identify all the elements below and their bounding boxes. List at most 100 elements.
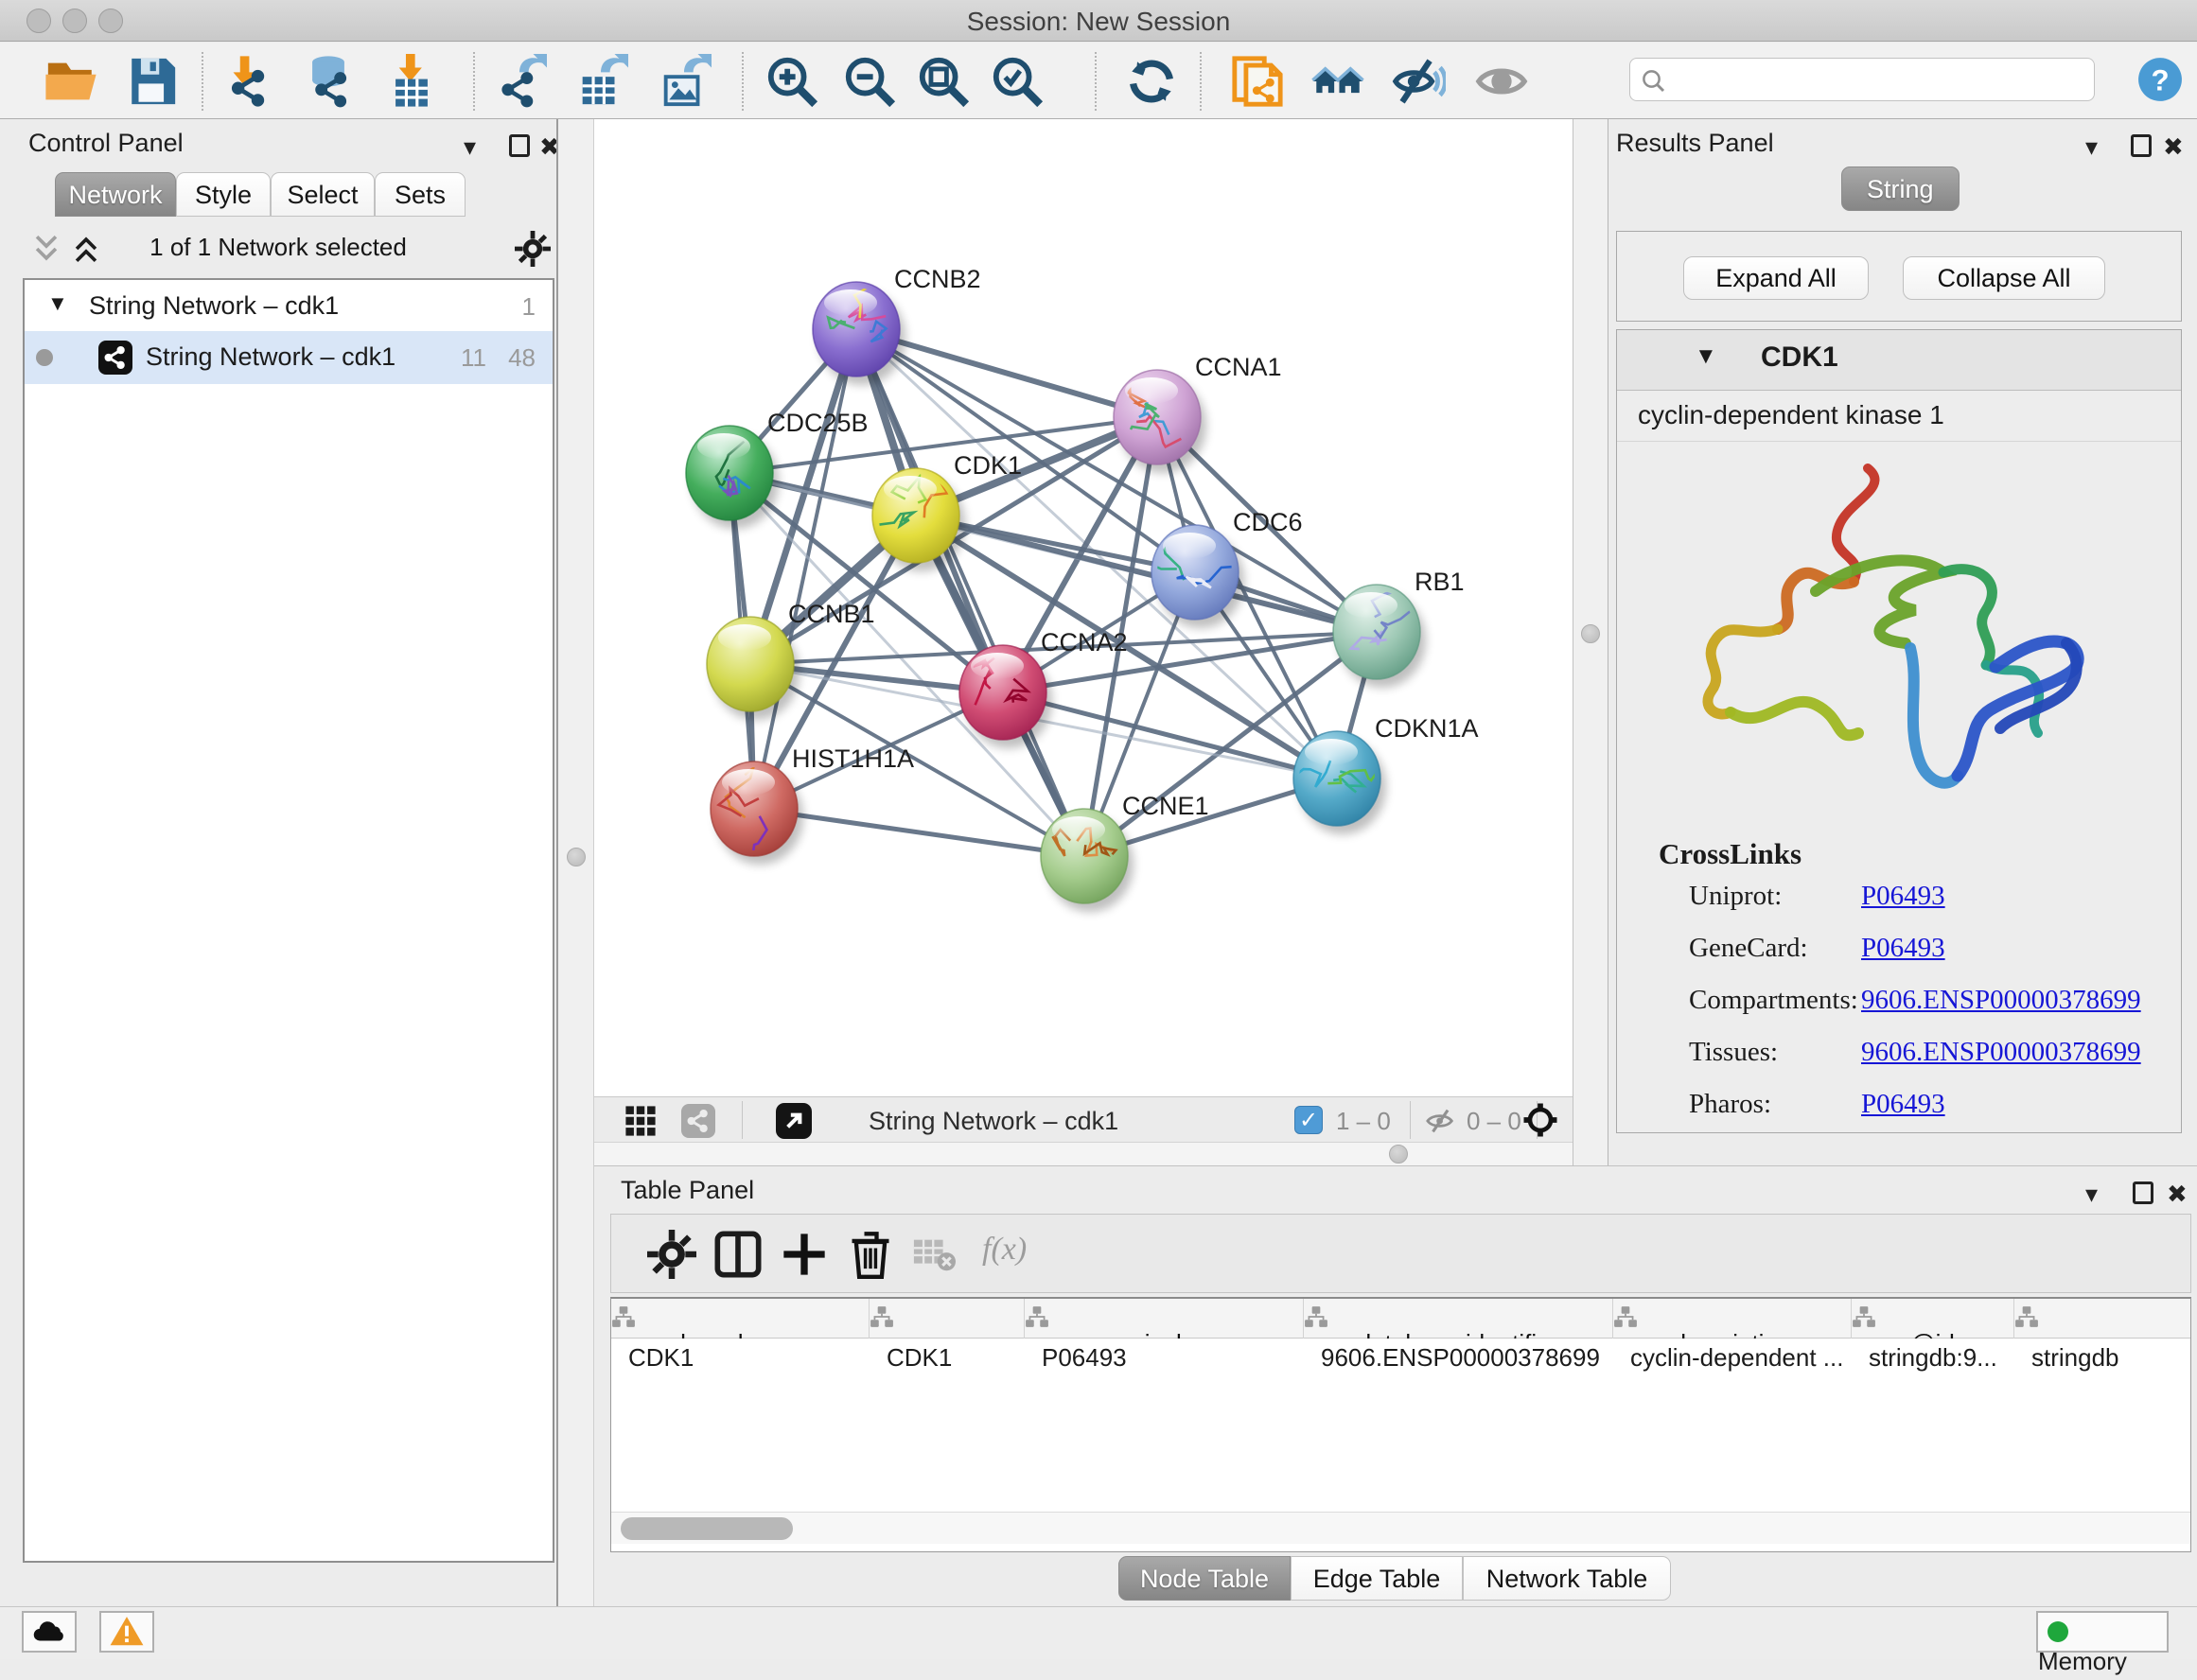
- cloud-button[interactable]: [22, 1611, 77, 1653]
- tissues-link[interactable]: 9606.ENSP00000378699: [1861, 1037, 2141, 1068]
- table-panel: Table Panel ▾ ✖ f(x) shared name name ca…: [594, 1165, 2197, 1606]
- save-session-icon[interactable]: [125, 54, 180, 109]
- tab-string[interactable]: String: [1841, 166, 1960, 211]
- horizontal-splitter[interactable]: [594, 1142, 1573, 1165]
- open-session-icon[interactable]: [44, 54, 98, 109]
- zoom-selected-icon[interactable]: [990, 54, 1045, 109]
- import-network-file-icon[interactable]: [220, 54, 274, 109]
- tab-select[interactable]: Select: [271, 172, 375, 217]
- function-builder-icon: f(x): [982, 1232, 1027, 1268]
- table-horizontal-scrollbar[interactable]: [611, 1512, 2190, 1544]
- tab-sets[interactable]: Sets: [375, 172, 466, 217]
- network-list: ▼ String Network – cdk1 1 String Network…: [23, 278, 554, 1563]
- node-label: HIST1H1A: [792, 744, 914, 773]
- tab-network[interactable]: Network: [55, 172, 176, 217]
- warning-button[interactable]: [99, 1611, 154, 1653]
- tab-node-table[interactable]: Node Table: [1118, 1556, 1291, 1601]
- right-splitter[interactable]: [1573, 119, 1608, 1165]
- open-in-window-icon[interactable]: [776, 1103, 812, 1139]
- control-panel-title: Control Panel: [28, 129, 184, 158]
- column-header[interactable]: name: [870, 1299, 1025, 1339]
- control-panel-float-icon[interactable]: [509, 134, 530, 164]
- network-view: CCNB2CCNA1CDC25BCDK1CDC6RB1CCNB1CCNA2CDK…: [594, 119, 1573, 1165]
- column-header[interactable]: database identifier: [1304, 1299, 1613, 1339]
- share-document-icon[interactable]: [1230, 54, 1285, 109]
- toolbar-separator: [202, 52, 203, 111]
- tab-edge-table[interactable]: Edge Table: [1291, 1556, 1463, 1601]
- zoom-in-icon[interactable]: [765, 54, 819, 109]
- collection-expand-icon[interactable]: ▼: [47, 291, 68, 316]
- refresh-icon[interactable]: [1124, 54, 1179, 109]
- memory-button[interactable]: Memory: [2036, 1611, 2169, 1653]
- network-options-gear-icon[interactable]: [515, 231, 551, 267]
- homes-icon[interactable]: [1310, 54, 1365, 109]
- results-panel-close-icon[interactable]: ✖: [2163, 132, 2184, 162]
- export-image-icon[interactable]: [657, 54, 712, 109]
- node-label: CCNA1: [1195, 353, 1282, 381]
- scrollbar-thumb[interactable]: [621, 1517, 793, 1540]
- genecard-link[interactable]: P06493: [1861, 933, 1945, 964]
- network-label: String Network – cdk1: [146, 342, 395, 372]
- search-input[interactable]: [1676, 61, 2083, 96]
- network-view-toolbar: String Network – cdk1 ✓ 1 – 0 0 – 0: [594, 1096, 1573, 1142]
- column-header[interactable]: @id: [1852, 1299, 2014, 1339]
- selected-nodes-checkbox-icon[interactable]: ✓: [1294, 1106, 1323, 1134]
- show-all-eye-icon[interactable]: [1474, 54, 1529, 109]
- show-columns-icon[interactable]: [713, 1230, 763, 1279]
- column-header[interactable]: description: [1613, 1299, 1852, 1339]
- window-titlebar: Session: New Session: [0, 0, 2197, 42]
- node-label: CCNE1: [1122, 792, 1209, 820]
- protein-collapse-icon[interactable]: ▼: [1695, 343, 1717, 370]
- table-options-gear-icon[interactable]: [647, 1230, 696, 1279]
- node-table: shared name name canonical name database…: [610, 1297, 2191, 1552]
- pharos-link[interactable]: P06493: [1861, 1089, 1945, 1120]
- memory-label: Memory: [2038, 1647, 2127, 1675]
- column-header[interactable]: canonical name: [1025, 1299, 1304, 1339]
- add-column-icon[interactable]: [780, 1230, 829, 1279]
- protein-header[interactable]: ▼ CDK1: [1617, 330, 2181, 391]
- share-view-icon[interactable]: [681, 1104, 715, 1138]
- hide-selected-eye-icon[interactable]: [1391, 54, 1446, 109]
- delete-column-icon[interactable]: [846, 1230, 895, 1279]
- column-header[interactable]: namespac: [2014, 1299, 2189, 1339]
- uniprot-link[interactable]: P06493: [1861, 881, 1945, 912]
- expand-all-button[interactable]: Expand All: [1683, 256, 1869, 300]
- network-view-title: String Network – cdk1: [869, 1107, 1118, 1136]
- compartments-link[interactable]: 9606.ENSP00000378699: [1861, 985, 2141, 1016]
- tab-network-table[interactable]: Network Table: [1463, 1556, 1671, 1601]
- birdseye-crosshair-icon[interactable]: [1521, 1101, 1559, 1139]
- node-label: CCNA2: [1041, 628, 1128, 656]
- node-count: 11: [461, 343, 486, 373]
- column-header[interactable]: shared name: [611, 1299, 870, 1339]
- import-table-file-icon[interactable]: [384, 54, 439, 109]
- table-panel-close-icon[interactable]: ✖: [2167, 1180, 2188, 1209]
- node-label: CDK1: [954, 451, 1022, 480]
- string-network-badge-icon: [98, 341, 132, 375]
- results-panel-float-icon[interactable]: [2131, 134, 2152, 164]
- zoom-fit-icon[interactable]: [916, 54, 971, 109]
- crosslink-row: GeneCard: P06493: [1689, 933, 1808, 964]
- import-network-database-icon[interactable]: [301, 54, 356, 109]
- collection-label: String Network – cdk1: [89, 291, 339, 321]
- network-canvas[interactable]: CCNB2CCNA1CDC25BCDK1CDC6RB1CCNB1CCNA2CDK…: [594, 119, 1573, 1096]
- export-table-icon[interactable]: [573, 54, 628, 109]
- network-row[interactable]: String Network – cdk1 11 48: [25, 331, 553, 384]
- network-collection-row[interactable]: ▼ String Network – cdk1 1: [25, 284, 553, 331]
- grid-view-icon[interactable]: [624, 1105, 657, 1137]
- export-network-icon[interactable]: [492, 54, 547, 109]
- left-splitter[interactable]: [556, 119, 594, 1606]
- edge-count: 48: [508, 343, 536, 373]
- zoom-out-icon[interactable]: [842, 54, 897, 109]
- protein-description: cyclin-dependent kinase 1: [1638, 400, 1944, 430]
- tab-style[interactable]: Style: [176, 172, 271, 217]
- help-icon[interactable]: ?: [2136, 56, 2184, 103]
- collapse-all-button[interactable]: Collapse All: [1903, 256, 2105, 300]
- results-panel-menu-icon[interactable]: ▾: [2085, 132, 2098, 162]
- crosslink-row: Uniprot: P06493: [1689, 881, 1782, 912]
- table-row[interactable]: CDK1 CDK1 P06493 9606.ENSP00000378699 cy…: [611, 1339, 2190, 1376]
- control-panel-menu-icon[interactable]: ▾: [464, 132, 476, 162]
- network-status-dot-icon: [36, 349, 53, 366]
- results-buttons-box: Expand All Collapse All: [1616, 231, 2182, 322]
- table-panel-float-icon[interactable]: [2133, 1181, 2153, 1211]
- table-panel-menu-icon[interactable]: ▾: [2085, 1180, 2098, 1209]
